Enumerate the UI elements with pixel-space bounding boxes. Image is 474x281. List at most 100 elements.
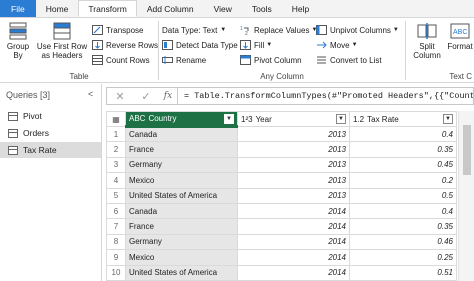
tab-add-column[interactable]: Add Column xyxy=(137,0,204,17)
cell-tax-rate[interactable]: 0.5 xyxy=(349,187,457,204)
column-header-text: ABC Country xyxy=(129,114,176,123)
column-header-tax-rate[interactable]: 1.2 Tax Rate ▼ xyxy=(349,111,457,127)
cell-tax-rate[interactable]: 0.4 xyxy=(349,202,457,220)
column-header-text: 1²3 Year xyxy=(241,115,272,124)
column-type-icon[interactable]: 1²3 xyxy=(241,115,253,124)
row-number: 9 xyxy=(106,249,126,266)
tab-tools[interactable]: Tools xyxy=(242,0,282,17)
cell-year[interactable]: 2014 xyxy=(237,202,350,220)
cell-tax-rate[interactable]: 0.35 xyxy=(349,141,457,158)
cancel-icon[interactable]: ✕ xyxy=(107,90,133,103)
unpivot-columns-button[interactable]: Unpivot Columns ▼ xyxy=(316,24,399,36)
cell-year[interactable]: 2013 xyxy=(237,187,350,204)
fx-icon[interactable]: fx xyxy=(159,91,177,101)
split-column-button[interactable]: Split Column xyxy=(412,22,442,60)
table-row[interactable]: 1 Canada 2013 0.4 xyxy=(106,125,457,143)
filter-dropdown-icon[interactable]: ▼ xyxy=(443,114,453,124)
row-number: 5 xyxy=(106,187,126,204)
cell-country[interactable]: Canada xyxy=(125,202,238,220)
filter-dropdown-icon[interactable]: ▼ xyxy=(224,113,234,124)
tab-transform[interactable]: Transform xyxy=(78,0,137,17)
cell-country[interactable]: France xyxy=(125,141,238,158)
column-type-icon[interactable]: 1.2 xyxy=(353,115,364,124)
table-row[interactable]: 9 Mexico 2014 0.25 xyxy=(106,249,457,266)
convert-to-list-icon xyxy=(317,56,326,64)
queries-header: Queries [3] xyxy=(6,90,51,100)
tab-view[interactable]: View xyxy=(204,0,242,17)
cell-tax-rate[interactable]: 0.25 xyxy=(349,249,457,266)
query-item-orders[interactable]: Orders xyxy=(0,125,101,141)
table-row[interactable]: 10 United States of America 2014 0.51 xyxy=(106,264,457,281)
table-row[interactable]: 6 Canada 2014 0.4 xyxy=(106,202,457,220)
cell-tax-rate[interactable]: 0.2 xyxy=(349,172,457,189)
cell-tax-rate[interactable]: 0.4 xyxy=(349,125,457,143)
column-header-country[interactable]: ABC Country ▼ xyxy=(125,111,238,128)
cell-year[interactable]: 2014 xyxy=(237,249,350,266)
cell-year[interactable]: 2013 xyxy=(237,141,350,158)
cell-country[interactable]: United States of America xyxy=(125,264,238,281)
cell-country[interactable]: Mexico xyxy=(125,172,238,189)
cell-country[interactable]: United States of America xyxy=(125,187,238,204)
row-number: 1 xyxy=(106,125,126,143)
vertical-scrollbar[interactable] xyxy=(458,111,474,281)
column-type-icon[interactable]: ABC xyxy=(129,114,145,123)
count-rows-button[interactable]: Count Rows xyxy=(92,54,150,66)
pivot-column-button[interactable]: Pivot Column xyxy=(240,54,302,66)
cell-tax-rate[interactable]: 0.35 xyxy=(349,218,457,235)
cell-year[interactable]: 2014 xyxy=(237,218,350,235)
cell-country[interactable]: Germany xyxy=(125,233,238,251)
format-button[interactable]: ABC Format xyxy=(444,22,474,51)
move-label: Move xyxy=(330,40,350,50)
column-header-year[interactable]: 1²3 Year ▼ xyxy=(237,111,350,127)
select-all-icon[interactable]: ▦ xyxy=(106,111,126,127)
convert-to-list-button[interactable]: Convert to List xyxy=(316,54,382,66)
tab-help[interactable]: Help xyxy=(282,0,319,17)
cell-tax-rate[interactable]: 0.46 xyxy=(349,233,457,251)
cell-year[interactable]: 2013 xyxy=(237,125,350,143)
move-button[interactable]: Move ▼ xyxy=(316,39,358,51)
data-type-dropdown[interactable]: Data Type: Text ▼ xyxy=(162,24,226,36)
fill-down-icon xyxy=(240,40,251,50)
confirm-icon[interactable]: ✓ xyxy=(133,90,159,103)
table-row[interactable]: 7 France 2014 0.35 xyxy=(106,218,457,235)
filter-dropdown-icon[interactable]: ▼ xyxy=(336,114,346,124)
rename-button[interactable]: Rename xyxy=(162,54,206,66)
cell-year[interactable]: 2014 xyxy=(237,233,350,251)
cell-country[interactable]: Canada xyxy=(125,125,238,143)
cell-tax-rate[interactable]: 0.51 xyxy=(349,264,457,281)
rename-icon xyxy=(162,56,173,64)
count-rows-icon xyxy=(92,55,103,65)
formula-input[interactable]: = Table.TransformColumnTypes(#"Promoted … xyxy=(177,88,473,104)
replace-values-button[interactable]: 1 2 Replace Values ▼ xyxy=(240,24,317,36)
table-row[interactable]: 3 Germany 2013 0.45 xyxy=(106,156,457,174)
column-name: Year xyxy=(255,114,272,124)
table-row[interactable]: 5 United States of America 2013 0.5 xyxy=(106,187,457,204)
cell-tax-rate[interactable]: 0.45 xyxy=(349,156,457,174)
scrollbar-thumb[interactable] xyxy=(463,125,471,175)
chevron-down-icon: ▼ xyxy=(351,42,358,48)
cell-country[interactable]: Mexico xyxy=(125,249,238,266)
cell-country[interactable]: France xyxy=(125,218,238,235)
use-first-row-button[interactable]: Use First Row as Headers xyxy=(34,22,90,60)
collapse-icon[interactable]: < xyxy=(88,89,93,99)
detect-data-type-button[interactable]: Detect Data Type xyxy=(162,39,238,51)
table-row[interactable]: 4 Mexico 2013 0.2 xyxy=(106,172,457,189)
table-row[interactable]: 2 France 2013 0.35 xyxy=(106,141,457,158)
table-row[interactable]: 8 Germany 2014 0.46 xyxy=(106,233,457,251)
group-by-button[interactable]: Group By xyxy=(4,22,32,60)
query-item-pivot[interactable]: Pivot xyxy=(0,108,101,124)
tab-home[interactable]: Home xyxy=(36,0,79,17)
column-header-content: ABC Country ▼ xyxy=(129,113,234,124)
cell-year[interactable]: 2014 xyxy=(237,264,350,281)
cell-year[interactable]: 2013 xyxy=(237,172,350,189)
row-number: 3 xyxy=(106,156,126,174)
transpose-button[interactable]: Transpose xyxy=(92,24,144,36)
cell-year[interactable]: 2013 xyxy=(237,156,350,174)
reverse-rows-button[interactable]: Reverse Rows xyxy=(92,39,158,51)
query-item-tax-rate[interactable]: Tax Rate xyxy=(0,142,101,158)
cell-country[interactable]: Germany xyxy=(125,156,238,174)
fill-button[interactable]: Fill ▼ xyxy=(240,39,272,51)
reverse-rows-icon xyxy=(92,40,103,50)
use-first-row-label: Use First Row as Headers xyxy=(36,42,88,60)
tab-file[interactable]: File xyxy=(0,0,36,17)
